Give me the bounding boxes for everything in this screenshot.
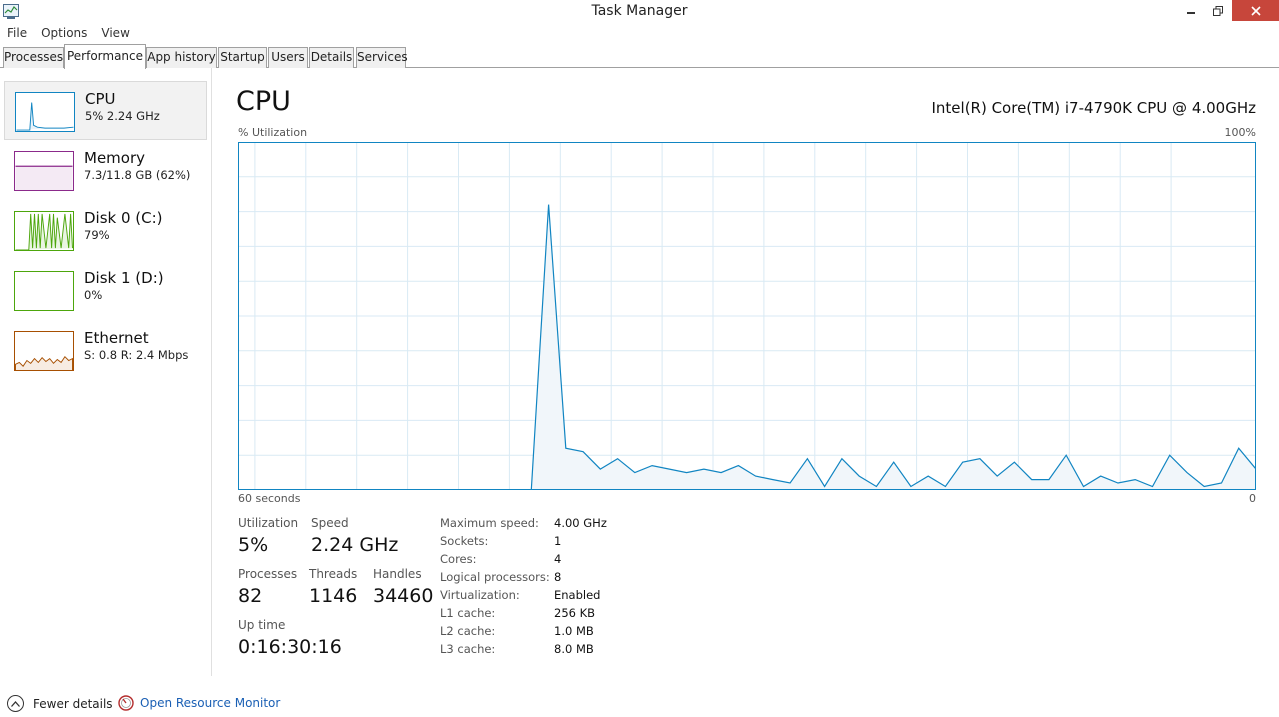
memory-thumbnail-graph (14, 151, 74, 191)
handles-label: Handles (373, 567, 422, 581)
uptime-label: Up time (238, 618, 286, 632)
cpu-usage-line (238, 204, 1256, 490)
sidebar-item-cpu[interactable]: CPU 5% 2.24 GHz (4, 81, 207, 140)
disk0-thumbnail-graph (14, 211, 74, 251)
cpu-thumbnail-graph (15, 92, 75, 132)
tab-performance[interactable]: Performance (64, 44, 146, 69)
footer: Fewer details Open Resource Monitor (0, 690, 1279, 717)
close-button[interactable] (1232, 0, 1279, 21)
graph-zero-label: 0 (1249, 492, 1256, 505)
sidebar-item-memory[interactable]: Memory 7.3/11.8 GB (62%) (4, 141, 207, 200)
uptime-value: 0:16:30:16 (238, 636, 342, 658)
spec-value: 1.0 MB (554, 624, 594, 638)
restore-button[interactable] (1204, 0, 1231, 21)
spec-value: 4.00 GHz (554, 516, 607, 530)
tab-details[interactable]: Details (309, 47, 354, 68)
resource-monitor-label: Open Resource Monitor (140, 696, 281, 710)
cpu-model-name: Intel(R) Core(TM) i7-4790K CPU @ 4.00GHz (931, 99, 1256, 117)
page-title: CPU (236, 86, 291, 117)
sidebar-item-label: Memory (84, 149, 146, 167)
fewer-details-label: Fewer details (33, 696, 113, 711)
sidebar-item-disk1[interactable]: Disk 1 (D:) 0% (4, 261, 207, 320)
resource-list: CPU 5% 2.24 GHz Memory 7.3/11.8 GB (62%)… (0, 68, 212, 676)
spec-value: Enabled (554, 588, 601, 602)
menu-bar: File Options View (0, 24, 1279, 44)
tab-startup[interactable]: Startup (218, 47, 267, 68)
tab-bar: Processes Performance App history Startu… (0, 44, 1279, 69)
utilization-value: 5% (238, 534, 269, 556)
sidebar-item-detail: S: 0.8 R: 2.4 Mbps (84, 348, 189, 362)
spec-label: Maximum speed: (440, 516, 539, 530)
spec-value: 8 (554, 570, 562, 584)
sidebar-item-label: Disk 1 (D:) (84, 269, 164, 287)
minimize-button[interactable] (1177, 0, 1204, 21)
sidebar-item-ethernet[interactable]: Ethernet S: 0.8 R: 2.4 Mbps (4, 321, 207, 380)
menu-file[interactable]: File (0, 24, 34, 42)
disk1-thumbnail-graph (14, 271, 74, 311)
speed-value: 2.24 GHz (311, 534, 399, 556)
spec-label: Logical processors: (440, 570, 550, 584)
tab-services[interactable]: Services (356, 47, 408, 68)
menu-options[interactable]: Options (34, 24, 94, 42)
threads-label: Threads (309, 567, 358, 581)
sidebar-item-label: Disk 0 (C:) (84, 209, 163, 227)
restore-icon (1212, 5, 1223, 16)
spec-label: Cores: (440, 552, 477, 566)
title-bar: Task Manager (0, 0, 1279, 24)
threads-value: 1146 (309, 585, 358, 607)
spec-value: 8.0 MB (554, 642, 594, 656)
spec-label: L2 cache: (440, 624, 496, 638)
processes-label: Processes (238, 567, 298, 581)
spec-label: Sockets: (440, 534, 489, 548)
sidebar-item-label: CPU (85, 90, 116, 108)
speed-label: Speed (311, 516, 349, 530)
menu-view[interactable]: View (94, 24, 136, 42)
fewer-details-button[interactable]: Fewer details (7, 695, 113, 712)
spec-value: 256 KB (554, 606, 596, 620)
sidebar-item-disk0[interactable]: Disk 0 (C:) 79% (4, 201, 207, 260)
spec-label: L1 cache: (440, 606, 496, 620)
tab-users[interactable]: Users (268, 47, 308, 68)
cpu-utilization-graph (238, 142, 1256, 490)
sidebar-item-detail: 7.3/11.8 GB (62%) (84, 168, 191, 182)
handles-value: 34460 (373, 585, 434, 607)
tab-processes[interactable]: Processes (3, 47, 64, 68)
sidebar-item-label: Ethernet (84, 329, 149, 347)
cpu-usage-area (238, 204, 1256, 490)
spec-label: Virtualization: (440, 588, 520, 602)
spec-value: 4 (554, 552, 562, 566)
graph-label: % Utilization (238, 126, 308, 139)
close-icon (1250, 5, 1261, 16)
window-title: Task Manager (591, 3, 688, 19)
processes-value: 82 (238, 585, 263, 607)
resource-monitor-icon (118, 695, 134, 711)
sidebar-item-detail: 5% 2.24 GHz (85, 109, 160, 123)
spec-value: 1 (554, 534, 562, 548)
open-resource-monitor-link[interactable]: Open Resource Monitor (118, 695, 280, 711)
ethernet-thumbnail-graph (14, 331, 74, 371)
graph-time-label: 60 seconds (238, 492, 301, 505)
utilization-label: Utilization (238, 516, 299, 530)
spec-label: L3 cache: (440, 642, 496, 656)
tab-app-history[interactable]: App history (146, 47, 217, 68)
sidebar-item-detail: 0% (84, 288, 103, 302)
chevron-up-icon (7, 695, 24, 712)
graph-max-label: 100% (1224, 126, 1256, 139)
sidebar-item-detail: 79% (84, 228, 110, 242)
minimize-icon (1186, 11, 1195, 14)
